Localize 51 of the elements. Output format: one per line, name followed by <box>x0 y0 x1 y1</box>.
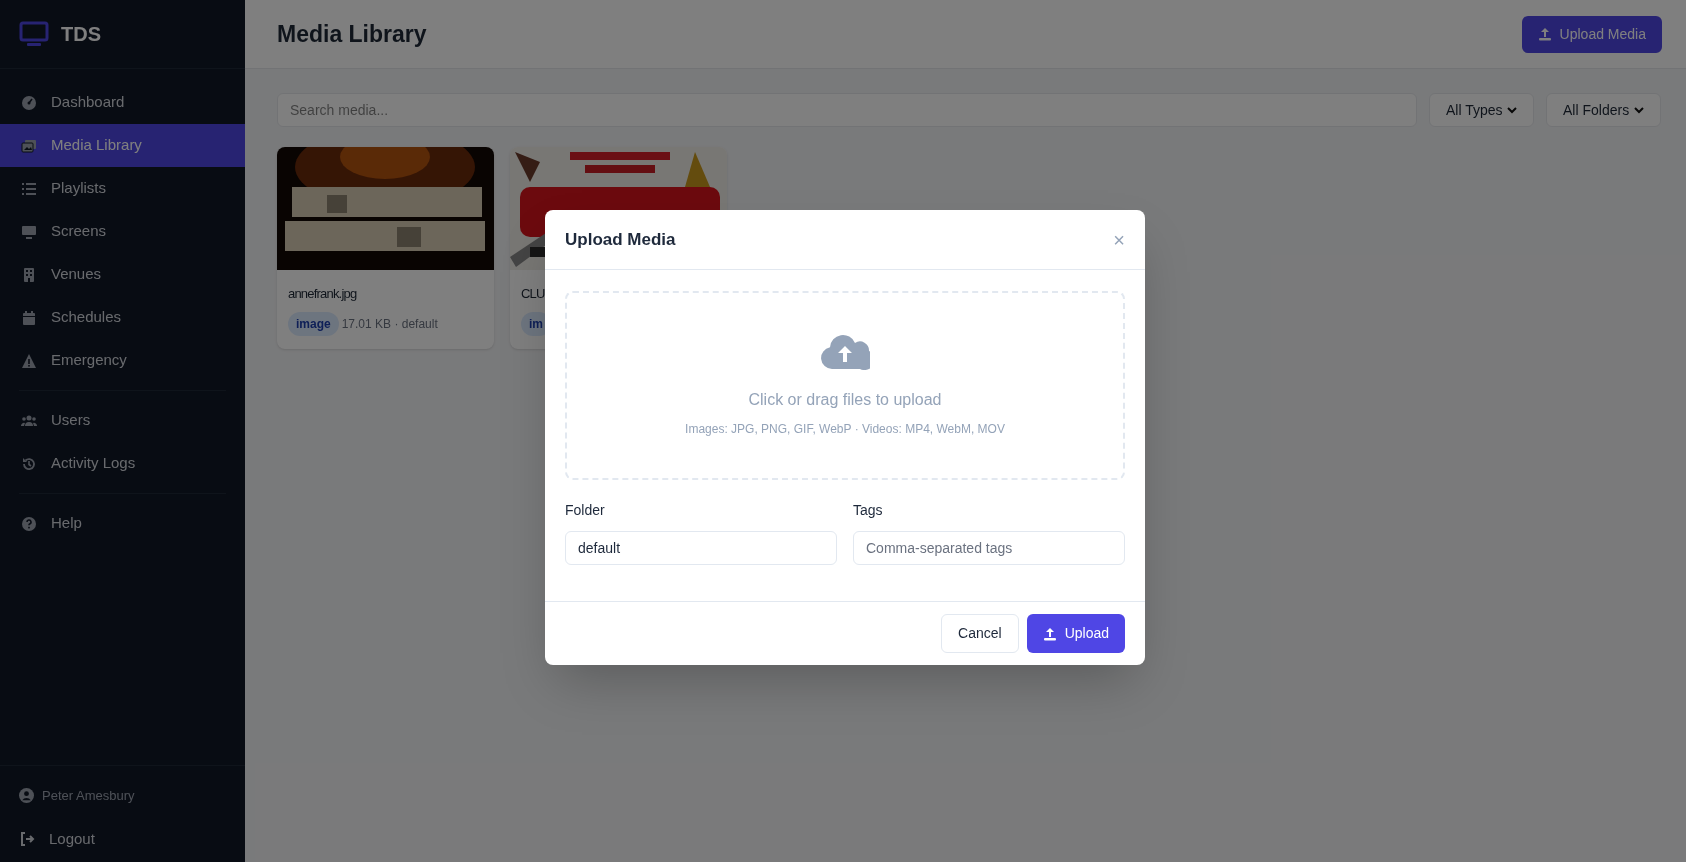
cloud-upload-icon <box>820 333 870 370</box>
logout-link[interactable]: Logout <box>19 827 226 850</box>
nav-item[interactable]: Dashboard <box>0 81 245 124</box>
nav-item[interactable]: Schedules <box>0 296 245 339</box>
chevron-icon <box>1507 106 1517 114</box>
upload-icon <box>1537 27 1552 41</box>
nav-item[interactable]: Help <box>0 502 245 545</box>
user-name: Peter Amesbury <box>42 787 135 805</box>
nav-item[interactable]: Venues <box>0 253 245 296</box>
field-label: Folder <box>565 501 606 520</box>
building-icon <box>21 266 37 283</box>
dropzone-title: Click or drag files to upload <box>748 389 942 410</box>
cancel-button[interactable]: Cancel <box>941 614 1019 653</box>
nav-item[interactable]: Activity Logs <box>0 442 245 485</box>
media-card[interactable]: annefrank.jpg image 17.01 KB · default <box>277 147 494 349</box>
logo-text: TDS <box>61 22 101 47</box>
calendar-icon <box>21 309 37 326</box>
folder-select[interactable]: All Folders <box>1546 93 1661 127</box>
help-icon <box>21 515 37 532</box>
chevron-icon <box>1634 106 1644 114</box>
list-icon <box>21 180 37 197</box>
upload-button[interactable]: Upload <box>1026 614 1125 653</box>
nav-item[interactable]: Emergency <box>0 339 245 382</box>
warning-icon <box>21 352 37 369</box>
dropzone-hint: Images: JPG, PNG, GIF, WebP · Videos: MP4, WebM, MOV <box>685 420 1005 438</box>
file-meta: 17.01 KB · default <box>341 316 438 333</box>
nav-item[interactable]: Media Library <box>0 124 245 167</box>
monitor-icon <box>21 223 37 240</box>
field-label: Tags <box>853 501 884 520</box>
page-title: Media Library <box>277 19 427 49</box>
file-name: CLU <box>521 285 545 303</box>
dialog-title: Upload Media <box>565 228 676 251</box>
dropzone[interactable]: Click or drag files to upload Images: JPG, PNG, GIF, WebP · Videos: MP4, WebM, MOV <box>565 291 1125 480</box>
upload-media-button[interactable]: Upload Media <box>1521 15 1662 53</box>
type-badge: image <box>288 312 339 336</box>
user-icon <box>19 788 34 804</box>
monitor-icon <box>19 21 49 47</box>
close-button[interactable]: × <box>1113 229 1125 250</box>
folder-field[interactable]: default <box>565 531 837 565</box>
type-select[interactable]: All Types <box>1429 93 1534 127</box>
logout-icon <box>19 830 35 847</box>
nav-item[interactable]: Playlists <box>0 167 245 210</box>
upload-icon <box>1042 626 1057 641</box>
file-name: annefrank.jpg <box>288 285 357 303</box>
search-field[interactable]: Search media... <box>277 93 1417 127</box>
images-icon <box>21 137 37 154</box>
tags-field[interactable]: Comma-separated tags <box>853 531 1125 565</box>
gauge-icon <box>21 94 37 111</box>
nav-item[interactable]: Users <box>0 399 245 442</box>
history-icon <box>21 455 37 472</box>
nav-item[interactable]: Screens <box>0 210 245 253</box>
